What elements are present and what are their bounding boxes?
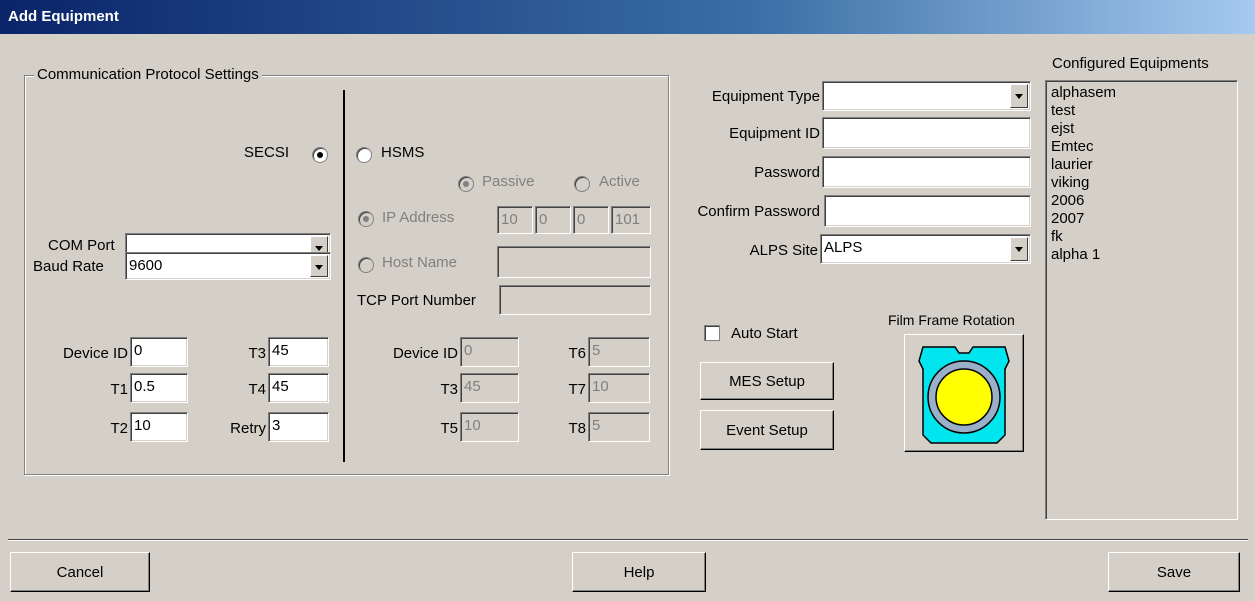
- ip-octet-2[interactable]: 0: [535, 206, 571, 234]
- t2-label: T2: [110, 420, 128, 437]
- hsms-radio[interactable]: [356, 147, 372, 163]
- t8-label: T8: [568, 420, 586, 437]
- alps-site-select[interactable]: ALPS: [820, 234, 1031, 264]
- secs-device-id-input[interactable]: 0: [130, 337, 188, 367]
- event-setup-button[interactable]: Event Setup: [700, 410, 834, 450]
- list-item[interactable]: 2007: [1051, 210, 1232, 228]
- t2-input[interactable]: 10: [130, 412, 188, 442]
- auto-start-checkbox[interactable]: [704, 325, 720, 341]
- com-port-label: COM Port: [48, 237, 115, 254]
- ip-address-label: IP Address: [382, 209, 455, 226]
- film-frame-icon: [918, 346, 1010, 444]
- passive-label: Passive: [482, 173, 535, 190]
- ip-octet-3[interactable]: 0: [573, 206, 609, 234]
- equipment-type-label: Equipment Type: [711, 88, 820, 105]
- host-name-radio[interactable]: [358, 257, 374, 273]
- auto-start-label: Auto Start: [731, 325, 798, 342]
- equipment-type-select[interactable]: [822, 81, 1031, 111]
- equipment-id-label: Equipment ID: [729, 125, 820, 142]
- t4-input[interactable]: 45: [268, 373, 329, 403]
- hsms-device-id-label: Device ID: [392, 345, 458, 362]
- list-item[interactable]: fk: [1051, 228, 1232, 246]
- t1-label: T1: [110, 381, 128, 398]
- equipment-id-input[interactable]: [822, 117, 1031, 149]
- save-button[interactable]: Save: [1108, 552, 1240, 592]
- host-name-input[interactable]: [497, 246, 651, 278]
- t4-label: T4: [248, 381, 266, 398]
- t8-input[interactable]: 5: [588, 412, 650, 442]
- list-item[interactable]: test: [1051, 102, 1232, 120]
- alps-site-value: ALPS: [824, 239, 863, 256]
- password-label: Password: [754, 164, 820, 181]
- t1-input[interactable]: 0.5: [130, 373, 188, 403]
- t5-label: T5: [440, 420, 458, 437]
- retry-input[interactable]: 3: [268, 412, 329, 442]
- list-item[interactable]: 2006: [1051, 192, 1232, 210]
- secsi-label: SECSI: [244, 144, 290, 161]
- retry-label: Retry: [230, 420, 266, 437]
- t6-input[interactable]: 5: [588, 337, 650, 367]
- host-name-label: Host Name: [382, 254, 458, 271]
- list-item[interactable]: laurier: [1051, 156, 1232, 174]
- hsms-t3-label: T3: [440, 381, 458, 398]
- ip-octet-4[interactable]: 101: [611, 206, 651, 234]
- t5-input[interactable]: 10: [460, 412, 519, 442]
- ip-octet-1[interactable]: 10: [497, 206, 533, 234]
- hsms-device-id-input[interactable]: 0: [460, 337, 519, 367]
- t7-input[interactable]: 10: [588, 373, 650, 403]
- configured-list[interactable]: alphasem test ejst Emtec laurier viking …: [1045, 80, 1238, 520]
- list-item[interactable]: alphasem: [1051, 84, 1232, 102]
- baud-rate-select[interactable]: 9600: [125, 252, 331, 280]
- mes-setup-button[interactable]: MES Setup: [700, 362, 834, 400]
- t6-label: T6: [568, 345, 586, 362]
- t7-label: T7: [568, 381, 586, 398]
- hsms-label: HSMS: [381, 144, 425, 161]
- help-button[interactable]: Help: [572, 552, 706, 592]
- equipment-type-dropdown-arrow-icon[interactable]: [1010, 84, 1028, 108]
- baud-rate-dropdown-arrow-icon[interactable]: [310, 255, 328, 277]
- film-frame-rotation-button[interactable]: [904, 334, 1024, 452]
- baud-rate-value: 9600: [129, 257, 163, 274]
- baud-rate-label: Baud Rate: [33, 258, 104, 275]
- film-frame-label: Film Frame Rotation: [888, 312, 1015, 328]
- list-item[interactable]: Emtec: [1051, 138, 1232, 156]
- active-radio[interactable]: [574, 176, 590, 192]
- configured-title: Configured Equipments: [1052, 55, 1209, 72]
- group-divider: [343, 90, 345, 462]
- alps-site-label: ALPS Site: [749, 242, 818, 259]
- secs-t3-input[interactable]: 45: [268, 337, 329, 367]
- secsi-radio[interactable]: [312, 147, 328, 163]
- list-item[interactable]: alpha 1: [1051, 246, 1232, 264]
- secs-t3-label: T3: [248, 345, 266, 362]
- alps-site-dropdown-arrow-icon[interactable]: [1010, 237, 1028, 261]
- active-label: Active: [599, 173, 640, 190]
- confirm-password-label: Confirm Password: [697, 203, 820, 220]
- footer-separator: [8, 539, 1248, 541]
- window-title: Add Equipment: [0, 0, 1255, 34]
- confirm-password-input[interactable]: [824, 195, 1031, 227]
- ip-address-radio[interactable]: [358, 211, 374, 227]
- tcp-port-input[interactable]: [499, 285, 651, 315]
- list-item[interactable]: viking: [1051, 174, 1232, 192]
- tcp-port-label: TCP Port Number: [357, 292, 476, 309]
- secs-device-id-label: Device ID: [62, 345, 128, 362]
- hsms-t3-input[interactable]: 45: [460, 373, 519, 403]
- list-item[interactable]: ejst: [1051, 120, 1232, 138]
- password-input[interactable]: [822, 156, 1031, 188]
- cancel-button[interactable]: Cancel: [10, 552, 150, 592]
- passive-radio[interactable]: [458, 176, 474, 192]
- comm-settings-title: Communication Protocol Settings: [34, 66, 262, 83]
